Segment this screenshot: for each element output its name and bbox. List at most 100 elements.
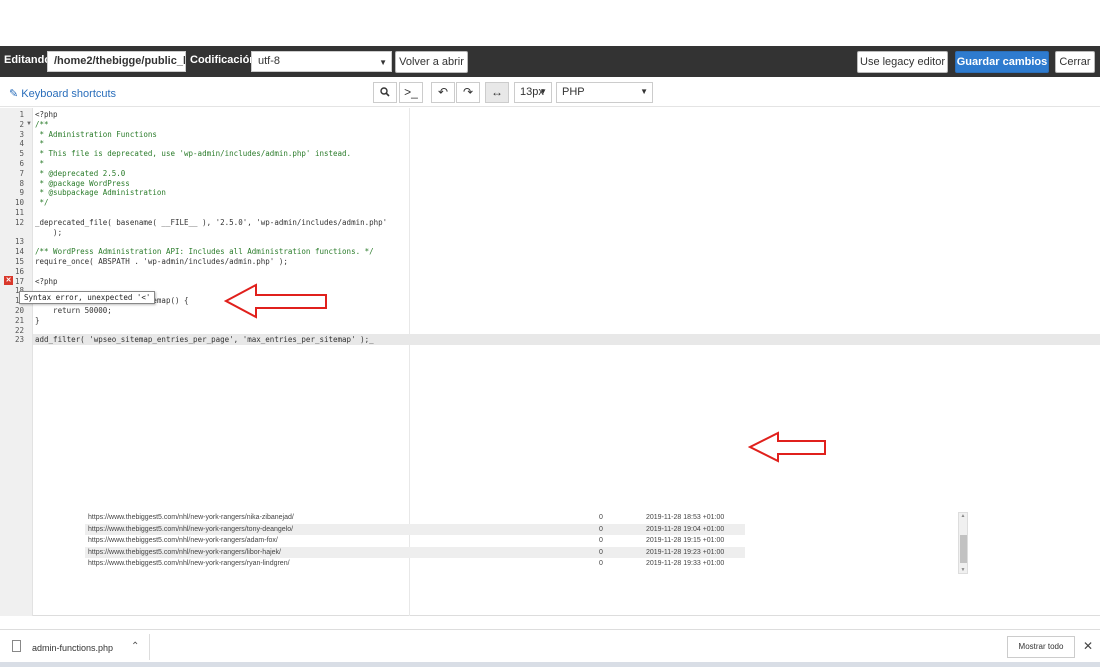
- table-row: https://www.thebiggest5.com/nhl/new-york…: [85, 535, 745, 547]
- encoding-value: utf-8: [258, 55, 281, 67]
- count-cell: 0: [599, 537, 603, 545]
- keyboard-shortcuts-label: Keyboard shortcuts: [21, 88, 117, 100]
- scroll-up-icon[interactable]: ▲: [959, 513, 967, 519]
- wrap-toggle-icon[interactable]: ↔: [485, 82, 509, 103]
- date-cell: 2019-11-28 19:15 +01:00: [646, 537, 725, 545]
- code-line[interactable]: *: [35, 159, 45, 168]
- code-line[interactable]: <?php: [35, 277, 58, 286]
- chevron-down-icon: ▼: [539, 87, 547, 96]
- code-line[interactable]: *: [35, 139, 45, 148]
- keyboard-shortcuts-link[interactable]: ✎ Keyboard shortcuts: [9, 87, 116, 100]
- url-cell[interactable]: https://www.thebiggest5.com/nhl/new-york…: [88, 549, 281, 556]
- date-cell: 2019-11-28 19:33 +01:00: [646, 560, 725, 568]
- count-cell: 0: [599, 548, 603, 556]
- reopen-button[interactable]: Volver a abrir: [395, 51, 468, 73]
- count-cell: 0: [599, 560, 603, 568]
- divider: [149, 634, 150, 660]
- line-number: 2: [19, 119, 24, 129]
- download-file-name[interactable]: admin-functions.php: [32, 643, 113, 653]
- editor-toolbar: ✎ Keyboard shortcuts >_ ↶ ↷ ↔ 13px ▼ PHP…: [0, 77, 1100, 107]
- scrollbar-thumb[interactable]: [960, 535, 967, 563]
- chevron-down-icon: ▼: [640, 87, 648, 96]
- url-cell[interactable]: https://www.thebiggest5.com/nhl/new-york…: [88, 514, 294, 521]
- red-arrow-icon: [224, 283, 327, 319]
- line-number: 10: [14, 198, 24, 208]
- red-arrow-icon: [748, 431, 826, 463]
- language-select[interactable]: PHP ▼: [556, 82, 653, 103]
- table-row: https://www.thebiggest5.com/nhl/new-york…: [85, 558, 745, 570]
- file-path-field[interactable]: /home2/thebigge/public_h: [47, 51, 186, 72]
- taskbar: [0, 662, 1100, 667]
- code-editor[interactable]: 1 <?php 2 ▼/** 3 * Administration Functions 4…: [0, 108, 1100, 616]
- code-line[interactable]: return 50000;: [35, 306, 112, 315]
- close-icon[interactable]: ✕: [1083, 639, 1093, 653]
- show-all-button[interactable]: Mostrar todo: [1007, 636, 1075, 658]
- table-row: https://www.thebiggest5.com/nhl/new-york…: [85, 546, 745, 559]
- code-line[interactable]: require_once( ABSPATH . 'wp-admin/includ…: [35, 257, 288, 266]
- line-number: 5: [19, 149, 24, 159]
- line-number: 9: [19, 188, 24, 198]
- code-line[interactable]: * @package WordPress: [35, 179, 130, 188]
- encoding-label: Codificación:: [190, 54, 260, 66]
- chevron-up-icon[interactable]: ⌃: [131, 641, 139, 652]
- table-row: https://www.thebiggest5.com/nhl/new-york…: [85, 512, 745, 524]
- date-cell: 2019-11-28 19:04 +01:00: [646, 525, 725, 533]
- line-number: 12: [14, 217, 24, 227]
- code-line[interactable]: );: [35, 228, 62, 237]
- search-icon[interactable]: [373, 82, 397, 103]
- edit-icon: ✎: [9, 88, 19, 100]
- code-line[interactable]: /**: [35, 120, 49, 129]
- redo-icon[interactable]: ↷: [456, 82, 480, 103]
- url-cell[interactable]: https://www.thebiggest5.com/nhl/new-york…: [88, 526, 293, 533]
- code-line[interactable]: add_filter( 'wpseo_sitemap_entries_per_p…: [35, 335, 374, 344]
- language-value: PHP: [562, 86, 585, 98]
- code-line[interactable]: * @subpackage Administration: [35, 188, 166, 197]
- font-size-select[interactable]: 13px ▼: [514, 82, 552, 103]
- line-number: 11: [14, 208, 24, 217]
- error-icon[interactable]: ✕: [4, 276, 13, 285]
- date-cell: 2019-11-28 19:23 +01:00: [646, 548, 725, 556]
- undo-icon[interactable]: ↶: [431, 82, 455, 103]
- line-number: 15: [14, 257, 24, 266]
- save-button[interactable]: Guardar cambios: [955, 51, 1049, 73]
- line-number: 16: [14, 266, 24, 276]
- code-line[interactable]: */: [35, 198, 49, 207]
- file-icon: [12, 640, 21, 652]
- line-number: 4: [19, 139, 24, 149]
- scrollbar[interactable]: ▲ ▼: [958, 512, 968, 574]
- chevron-down-icon: ▼: [379, 58, 387, 67]
- line-number: 20: [14, 306, 24, 315]
- editor-topbar: Editando: /home2/thebigge/public_h Codif…: [0, 46, 1100, 77]
- count-cell: 0: [599, 525, 603, 533]
- line-number: 13: [14, 237, 24, 247]
- browser-top-area: [0, 0, 1100, 46]
- code-line[interactable]: /** WordPress Administration API: Includ…: [35, 247, 374, 256]
- url-cell[interactable]: https://www.thebiggest5.com/nhl/new-york…: [88, 560, 290, 567]
- line-number: 22: [14, 325, 24, 335]
- table-row: https://www.thebiggest5.com/nhl/new-york…: [85, 523, 745, 536]
- line-number: 6: [19, 159, 24, 168]
- line-number: 21: [14, 315, 24, 325]
- terminal-icon[interactable]: >_: [399, 82, 423, 103]
- encoding-select[interactable]: utf-8 ▼: [251, 51, 392, 72]
- code-line[interactable]: <?php: [35, 110, 58, 119]
- fold-toggle-icon[interactable]: ▼: [26, 121, 32, 127]
- line-number: 3: [19, 129, 24, 139]
- close-button[interactable]: Cerrar: [1055, 51, 1095, 73]
- line-number: 14: [14, 247, 24, 257]
- count-cell: 0: [599, 514, 603, 521]
- line-number: 8: [19, 178, 24, 188]
- url-list-table: https://www.thebiggest5.com/nhl/new-york…: [85, 512, 745, 570]
- legacy-editor-button[interactable]: Use legacy editor: [857, 51, 948, 73]
- code-line[interactable]: * Administration Functions: [35, 130, 157, 139]
- error-tooltip: Syntax error, unexpected '<': [19, 291, 156, 304]
- code-line[interactable]: _deprecated_file( basename( __FILE__ ), …: [35, 218, 387, 227]
- code-line[interactable]: * @deprecated 2.5.0: [35, 169, 126, 178]
- line-number: 1: [19, 110, 24, 119]
- date-cell: 2019-11-28 18:53 +01:00: [646, 514, 725, 521]
- line-number: 7: [19, 168, 24, 178]
- code-line[interactable]: * This file is deprecated, use 'wp-admin…: [35, 149, 352, 158]
- code-line[interactable]: }: [35, 316, 40, 325]
- url-cell[interactable]: https://www.thebiggest5.com/nhl/new-york…: [88, 537, 278, 544]
- scroll-down-icon[interactable]: ▼: [959, 567, 967, 573]
